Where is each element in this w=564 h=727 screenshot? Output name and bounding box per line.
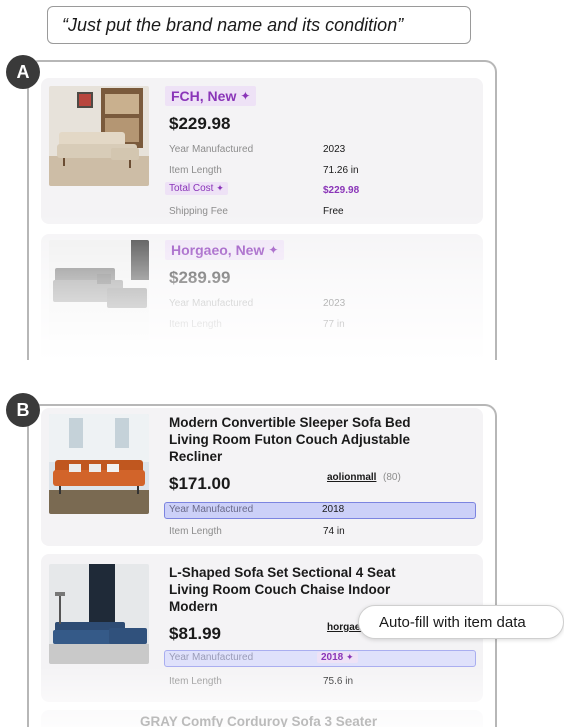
item-length-row: Item Length 77 in <box>169 319 469 335</box>
listing-title[interactable]: Modern Convertible Sleeper Sofa Bed Livi… <box>169 414 439 465</box>
row-value: 71.26 in <box>323 165 359 176</box>
section-a-frame: FCH, New ✦ $229.98 Year Manufactured 202… <box>27 60 497 360</box>
listing-card[interactable]: FCH, New ✦ $229.98 Year Manufactured 202… <box>41 78 483 224</box>
product-image <box>49 414 149 514</box>
row-label: Year Manufactured <box>169 504 254 515</box>
section-a-badge: A <box>6 55 40 89</box>
row-label: Item Length <box>169 526 222 537</box>
row-value: Free <box>323 206 344 217</box>
next-listing-title: GRAY Comfy Corduroy Sofa 3 Seater <box>140 714 378 727</box>
row-label: Item Length <box>169 319 222 330</box>
listing-price: $81.99 <box>169 624 221 643</box>
year-manufactured-row-highlighted[interactable]: Year Manufactured 2018 <box>164 502 476 519</box>
row-value: 2018 <box>322 504 345 515</box>
item-length-row: Item Length 71.26 in <box>169 165 469 181</box>
sparkle-icon: ✦ <box>216 183 224 193</box>
row-label: Item Length <box>169 165 222 176</box>
product-image <box>49 240 149 340</box>
listing-title-tag[interactable]: Horgaeo, New ✦ <box>165 240 285 260</box>
row-value: 75.6 in <box>323 676 354 687</box>
section-b-frame: Modern Convertible Sleeper Sofa Bed Livi… <box>27 404 497 727</box>
row-value: 2018 <box>321 652 344 663</box>
year-manufactured-row-highlighted[interactable]: Year Manufactured 2018 ✦ <box>164 650 476 667</box>
seller-feedback-count: (80) <box>383 472 401 483</box>
shipping-fee-row: Shipping Fee Free <box>169 206 469 222</box>
listing-price: $171.00 <box>169 474 231 493</box>
product-image <box>49 86 149 186</box>
listing-card[interactable]: Horgaeo, New ✦ $289.99 Year Manufactured… <box>41 234 483 360</box>
listing-price: $229.98 <box>169 114 231 133</box>
listing-price: $289.99 <box>169 268 231 287</box>
row-label: Year Manufactured <box>169 652 254 663</box>
row-label: Shipping Fee <box>169 206 228 217</box>
sparkle-icon: ✦ <box>268 243 279 257</box>
row-value: 2023 <box>323 144 346 155</box>
sparkle-icon: ✦ <box>346 652 354 662</box>
year-manufactured-row: Year Manufactured 2023 <box>169 144 469 160</box>
listing-title: FCH, New <box>171 88 237 104</box>
item-length-row: Item Length 75.6 in <box>169 676 469 692</box>
total-cost-value: $229.98 <box>323 185 360 196</box>
row-value: 74 in <box>323 526 345 537</box>
sparkle-icon: ✦ <box>240 89 251 103</box>
row-label: Item Length <box>169 676 222 687</box>
tooltip-text: Auto-fill with item data <box>379 613 526 631</box>
listing-title-tag[interactable]: FCH, New ✦ <box>165 86 257 106</box>
section-b-badge: B <box>6 393 40 427</box>
seller-link[interactable]: aolionmall <box>327 472 376 483</box>
year-manufactured-row: Year Manufactured 2023 <box>169 298 469 314</box>
product-image <box>49 564 149 664</box>
prompt-text: “Just put the brand name and its conditi… <box>62 14 404 35</box>
total-cost-label[interactable]: Total Cost ✦ <box>165 182 228 195</box>
row-label: Year Manufactured <box>169 298 254 309</box>
total-cost-label-text: Total Cost <box>169 183 214 194</box>
row-value: 77 in <box>323 319 345 330</box>
prompt-box[interactable]: “Just put the brand name and its conditi… <box>47 6 471 44</box>
autofill-value-chip[interactable]: 2018 ✦ <box>317 652 358 663</box>
row-label: Year Manufactured <box>169 144 254 155</box>
listing-title: Horgaeo, New <box>171 242 265 258</box>
row-value: 2023 <box>323 298 346 309</box>
item-length-row: Item Length 74 in <box>169 526 469 542</box>
listing-card[interactable]: Modern Convertible Sleeper Sofa Bed Livi… <box>41 408 483 546</box>
autofill-tooltip: Auto-fill with item data <box>358 605 564 639</box>
